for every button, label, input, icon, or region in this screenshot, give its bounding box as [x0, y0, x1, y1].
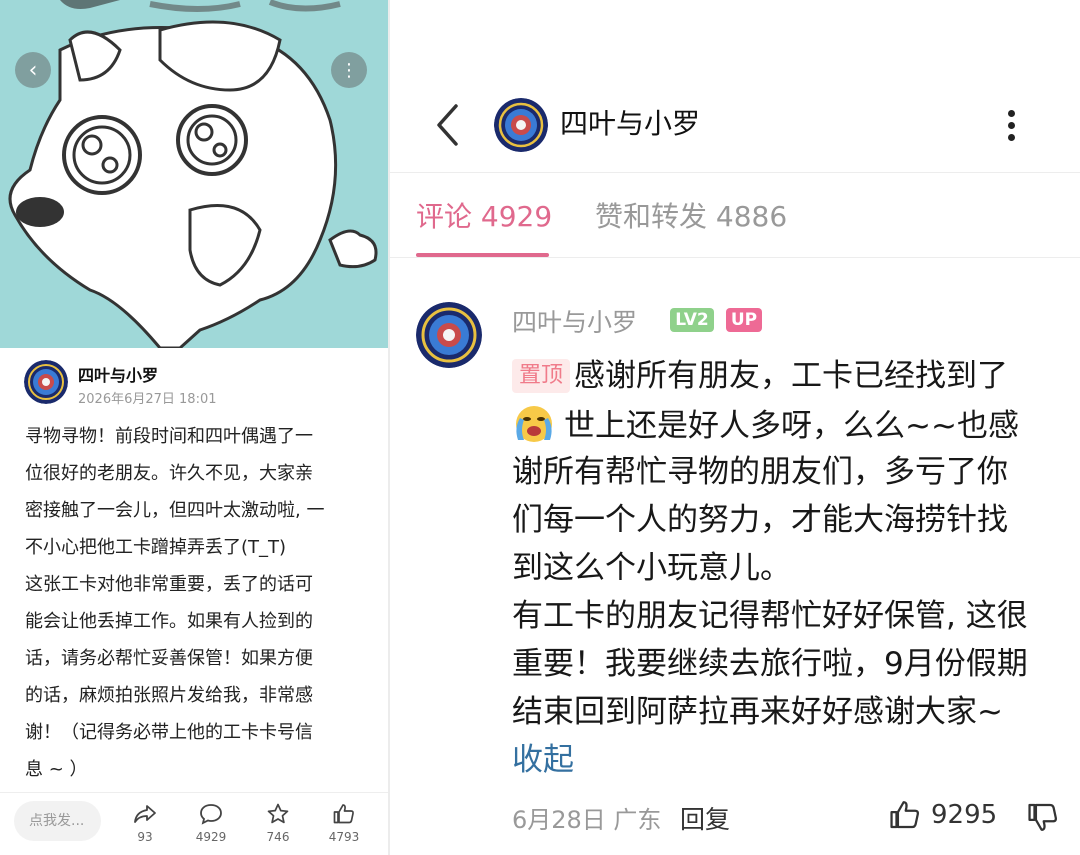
comment-line: 世上还是好人多呀，么么~~也感 [512, 400, 1072, 448]
collapse-link[interactable]: 收起 [512, 736, 1072, 784]
comment-line-text: 世上还是好人多呀，么么~~也感 [564, 408, 1019, 444]
post-line: 不小心把他工卡蹭掉弄丢了(T_T) [25, 537, 287, 558]
dog-drawing [0, 0, 388, 348]
post-line: 息 ~ ） [25, 759, 88, 780]
more-icon[interactable] [1000, 100, 1024, 150]
like-button[interactable]: 4793 [314, 802, 374, 844]
chevron-left-icon: ‹ [28, 57, 38, 83]
avatar[interactable] [494, 98, 548, 152]
tab-likes-reposts[interactable]: 赞和转发 4886 [595, 195, 787, 235]
crying-emoji-icon [516, 406, 552, 442]
post-line: 谢！（记得务必带上他的工卡卡号信 [25, 722, 313, 743]
comment-line: 有工卡的朋友记得帮忙好好保管, 这很 [512, 598, 1028, 634]
comment-line: 结束回到阿萨拉再来好好感谢大家~ [512, 694, 1003, 730]
header: 四叶与小罗 [390, 0, 1080, 172]
share-button[interactable]: 93 [115, 802, 175, 844]
post-author: 四叶与小罗 2026年6月27日 18:01 [24, 360, 364, 407]
comment-line: 谢所有帮忙寻物的朋友们，多亏了你 [512, 454, 1008, 490]
back-button[interactable]: ‹ [15, 52, 51, 88]
post-line: 话，请务必帮忙妥善保管！如果方便 [25, 648, 313, 669]
tab-comments[interactable]: 评论 4929 [416, 195, 552, 235]
author-name[interactable]: 四叶与小罗 [78, 362, 158, 386]
post-line: 寻物寻物！前段时间和四叶偶遇了一 [25, 426, 313, 447]
comment-line: 们每一个人的努力，才能大海捞针找 [512, 502, 1008, 538]
level-badge: LV2 [670, 308, 714, 332]
like-count: 4793 [328, 830, 360, 844]
divider [390, 172, 1080, 173]
comment-meta: 6月28日 广东 [512, 806, 662, 834]
post-line: 的话，麻烦拍张照片发给我，非常感 [25, 685, 313, 706]
comment-like-count: 9295 [931, 800, 998, 830]
comment-input[interactable]: 点我发... [14, 801, 101, 841]
reply-button[interactable]: 回复 [680, 800, 730, 836]
thumbs-up-icon[interactable] [888, 798, 922, 832]
thumbs-up-icon [314, 802, 374, 828]
favorite-count: 746 [266, 830, 290, 844]
app-root: ‹ ⋮ 四叶与小罗 2026年6月27日 18:01 寻物寻物！前段时间和四叶偶… [0, 0, 1080, 855]
avatar[interactable] [24, 360, 68, 404]
post-date: 2026年6月27日 18:01 [78, 392, 217, 407]
comment-line: 到这么个小玩意儿。 [512, 550, 791, 586]
post-line: 能会让他丢掉工作。如果有人捡到的 [25, 611, 313, 632]
post-line: 这张工卡对他非常重要，丢了的话可 [25, 574, 313, 595]
comment-text: 置顶 感谢所有朋友，工卡已经找到了 世上还是好人多呀，么么~~也感 谢所有帮忙寻物… [512, 352, 1072, 784]
comment-button[interactable]: 4929 [181, 802, 241, 844]
comment-panel: 四叶与小罗 评论 4929 赞和转发 4886 四叶与小罗 LV2 UP 置顶感… [390, 0, 1080, 855]
divider [390, 257, 1080, 258]
post-text: 寻物寻物！前段时间和四叶偶遇了一 位很好的老朋友。许久不见，大家亲 密接触了一会… [25, 418, 370, 788]
commenter-avatar[interactable] [416, 302, 482, 368]
commenter-name[interactable]: 四叶与小罗 [512, 303, 637, 339]
back-icon[interactable] [430, 100, 466, 150]
comment-count: 4929 [195, 830, 227, 844]
up-badge: UP [726, 308, 762, 332]
divider [0, 792, 388, 793]
page-title: 四叶与小罗 [560, 107, 701, 140]
pinned-badge: 置顶 [512, 359, 571, 393]
comment-line: 置顶 感谢所有朋友，工卡已经找到了 [512, 352, 1072, 400]
favorite-button[interactable]: 746 [248, 802, 308, 844]
post-line: 位很好的老朋友。许久不见，大家亲 [25, 463, 313, 484]
comment-line: 重要！我要继续去旅行啦，9月份假期 [512, 646, 1028, 682]
comment-icon [181, 802, 241, 828]
star-icon [248, 802, 308, 828]
post-panel: ‹ ⋮ 四叶与小罗 2026年6月27日 18:01 寻物寻物！前段时间和四叶偶… [0, 0, 388, 855]
more-vertical-icon: ⋮ [340, 59, 358, 81]
thumbs-down-icon[interactable] [1026, 800, 1060, 834]
more-button[interactable]: ⋮ [331, 52, 367, 88]
post-line: 密接触了一会儿，但四叶太激动啦, 一 [25, 500, 325, 521]
share-icon [115, 802, 175, 828]
post-image[interactable]: ‹ ⋮ [0, 0, 388, 348]
share-count: 93 [137, 830, 153, 844]
comment-line-text: 感谢所有朋友，工卡已经找到了 [574, 358, 1009, 394]
